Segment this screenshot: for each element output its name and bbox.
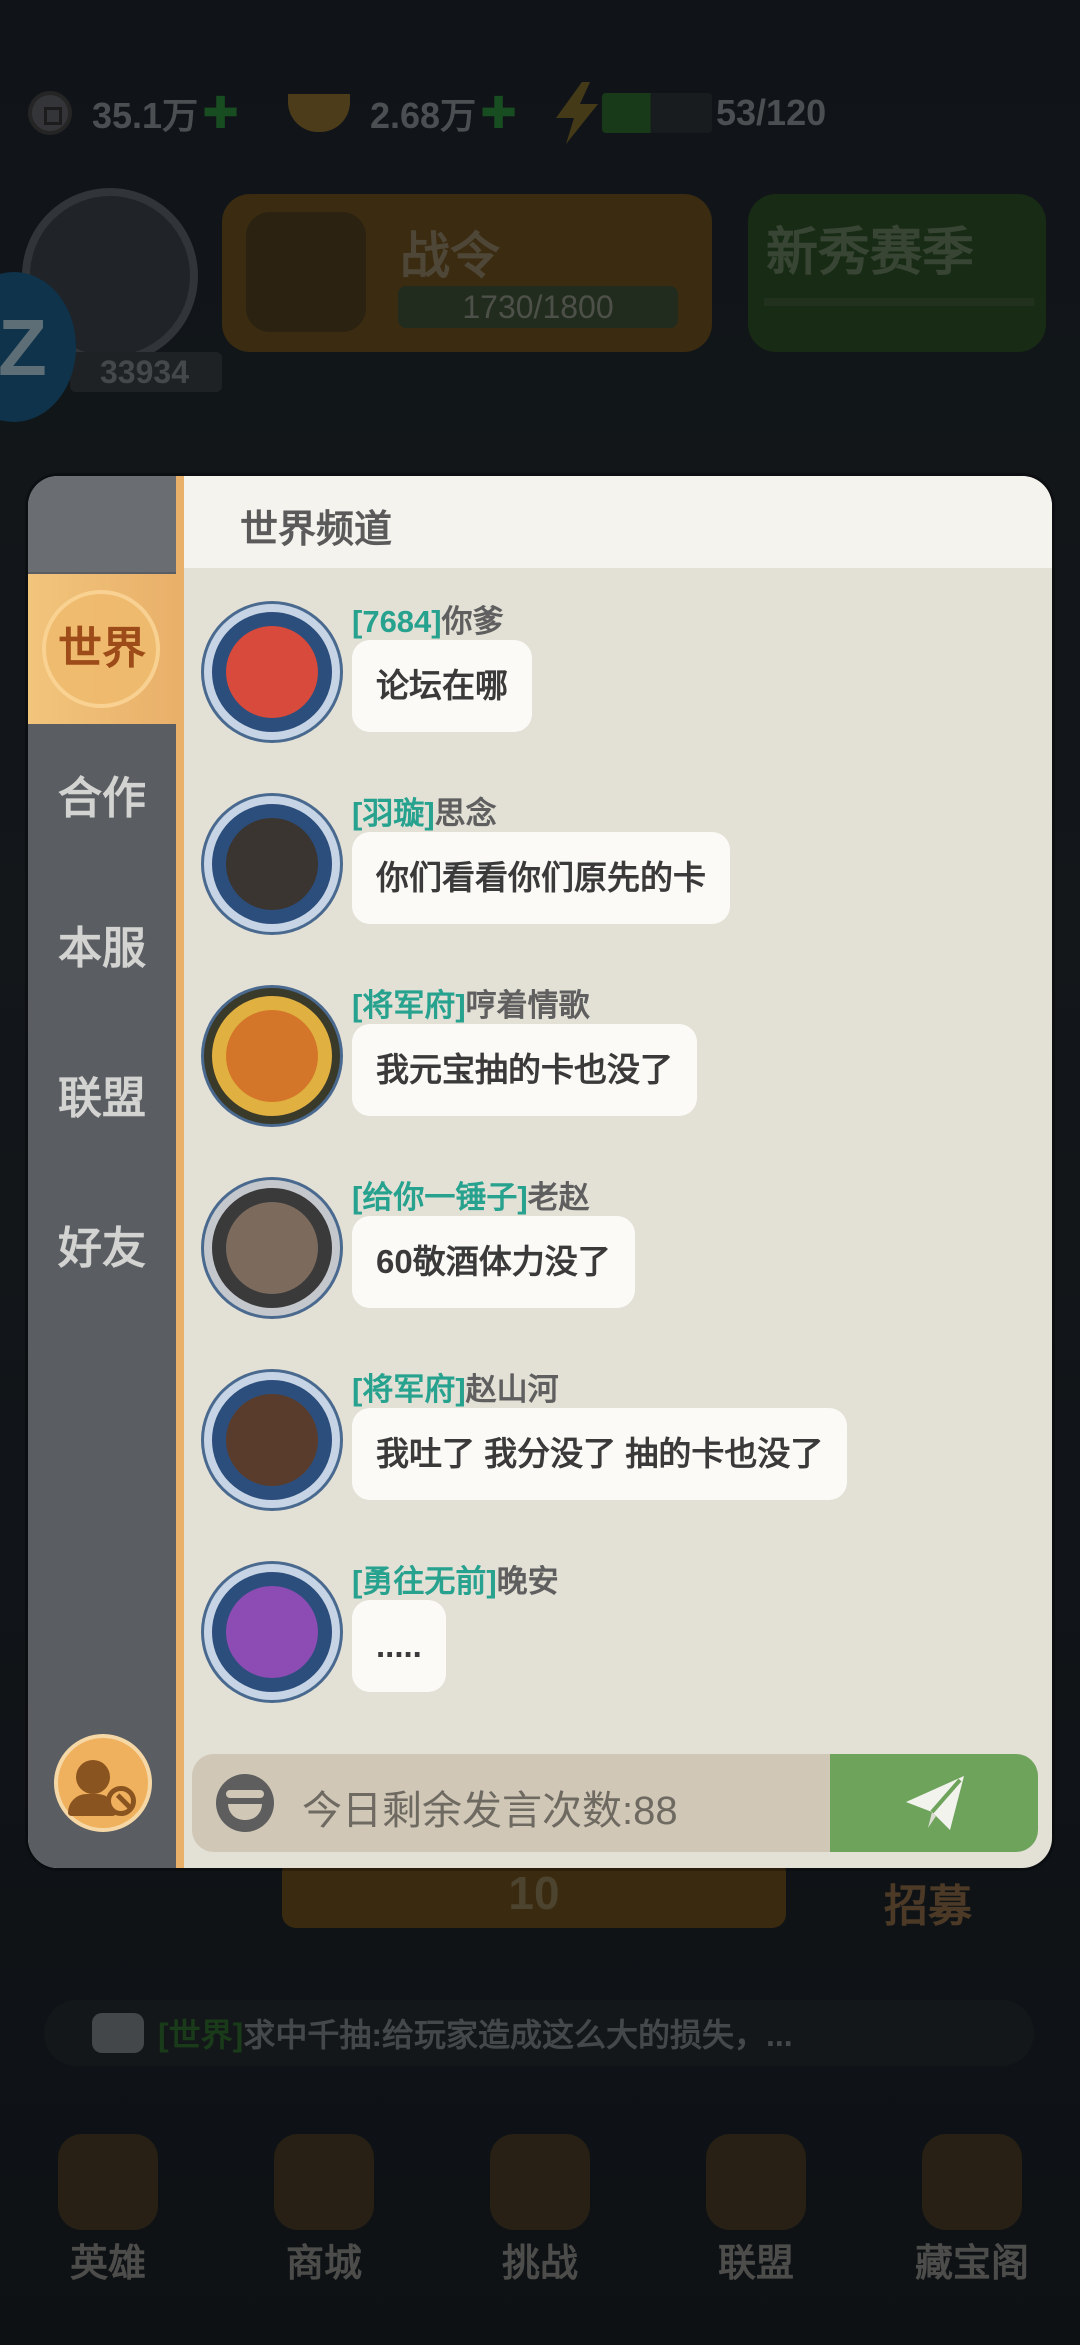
user-icon xyxy=(76,1760,110,1794)
avatar-face xyxy=(226,626,318,718)
avatar-face xyxy=(226,1202,318,1294)
sender-avatar[interactable] xyxy=(204,988,340,1124)
block-user-button[interactable] xyxy=(54,1734,152,1832)
emoji-icon[interactable] xyxy=(216,1774,274,1832)
tab-label: 合作 xyxy=(58,774,146,823)
sender-name[interactable]: [羽璇]思念 xyxy=(352,788,497,833)
tab-cooperation[interactable]: 合作 xyxy=(28,724,176,874)
guild-tag: [给你一锤子] xyxy=(352,1180,528,1215)
username: 老赵 xyxy=(527,1180,590,1215)
sender-name[interactable]: [将军府]哼着情歌 xyxy=(352,980,590,1025)
username: 赵山河 xyxy=(465,1372,559,1407)
avatar-face xyxy=(226,1394,318,1486)
message-list[interactable]: [7684]你爹 论坛在哪 [羽璇]思念 你们看看你们原先的卡 [将军府]哼着情… xyxy=(184,568,1052,1728)
send-button[interactable] xyxy=(830,1754,1038,1852)
username: 思念 xyxy=(434,796,497,831)
chat-message: [将军府]赵山河 我吐了 我分没了 抽的卡也没了 xyxy=(184,1336,1052,1516)
tab-edge xyxy=(176,476,184,1868)
sender-avatar[interactable] xyxy=(204,1180,340,1316)
chat-header: 世界频道 xyxy=(184,476,1052,568)
tab-label: 联盟 xyxy=(58,1074,146,1123)
message-bubble: 你们看看你们原先的卡 xyxy=(352,832,730,924)
sender-avatar[interactable] xyxy=(204,1372,340,1508)
guild-tag: [羽璇] xyxy=(352,796,435,831)
remaining-messages-placeholder: 今日剩余发言次数:88 xyxy=(302,1789,678,1833)
guild-tag: [7684] xyxy=(352,604,442,639)
sender-name[interactable]: [7684]你爹 xyxy=(352,596,504,641)
avatar-face xyxy=(226,818,318,910)
chat-dialog: 世界 合作 本服 联盟 好友 世界频道 [7684]你爹 论坛在哪 [羽璇]思念… xyxy=(28,476,1052,1868)
message-bubble: 我元宝抽的卡也没了 xyxy=(352,1024,697,1116)
chat-title: 世界频道 xyxy=(240,509,393,551)
username: 你爹 xyxy=(441,604,504,639)
tab-decoration xyxy=(28,476,176,572)
no-entry-icon xyxy=(106,1786,136,1816)
message-bubble: 我吐了 我分没了 抽的卡也没了 xyxy=(352,1408,848,1500)
guild-tag: [将军府] xyxy=(352,988,466,1023)
guild-tag: [勇往无前] xyxy=(352,1564,497,1599)
sender-name[interactable]: [将军府]赵山河 xyxy=(352,1364,559,1409)
sender-avatar[interactable] xyxy=(204,604,340,740)
chat-message: [7684]你爹 论坛在哪 xyxy=(184,568,1052,748)
chat-message: [将军府]哼着情歌 我元宝抽的卡也没了 xyxy=(184,952,1052,1132)
sender-name[interactable]: [勇往无前]晚安 xyxy=(352,1556,559,1601)
tab-label: 世界 xyxy=(58,624,146,673)
chat-message: [勇往无前]晚安 ..... xyxy=(184,1528,1052,1708)
sender-name[interactable]: [给你一锤子]老赵 xyxy=(352,1172,590,1217)
message-bubble: 论坛在哪 xyxy=(352,640,532,732)
channel-tabs: 世界 合作 本服 联盟 好友 xyxy=(28,476,176,1868)
tab-label: 好友 xyxy=(58,1224,146,1273)
tab-alliance[interactable]: 联盟 xyxy=(28,1024,176,1174)
tab-world[interactable]: 世界 xyxy=(28,574,176,724)
send-plane-icon xyxy=(906,1776,964,1830)
tab-label: 本服 xyxy=(58,924,146,973)
chat-message: [给你一锤子]老赵 60敬酒体力没了 xyxy=(184,1144,1052,1324)
sender-avatar[interactable] xyxy=(204,1564,340,1700)
chat-message: [羽璇]思念 你们看看你们原先的卡 xyxy=(184,760,1052,940)
sender-avatar[interactable] xyxy=(204,796,340,932)
username: 晚安 xyxy=(496,1564,559,1599)
message-bubble: 60敬酒体力没了 xyxy=(352,1216,635,1308)
username: 哼着情歌 xyxy=(465,988,590,1023)
avatar-face xyxy=(226,1586,318,1678)
message-input[interactable]: 今日剩余发言次数:88 xyxy=(192,1754,832,1852)
guild-tag: [将军府] xyxy=(352,1372,466,1407)
avatar-face xyxy=(226,1010,318,1102)
message-bubble: ..... xyxy=(352,1600,446,1692)
tab-server[interactable]: 本服 xyxy=(28,874,176,1024)
tab-friends[interactable]: 好友 xyxy=(28,1174,176,1324)
